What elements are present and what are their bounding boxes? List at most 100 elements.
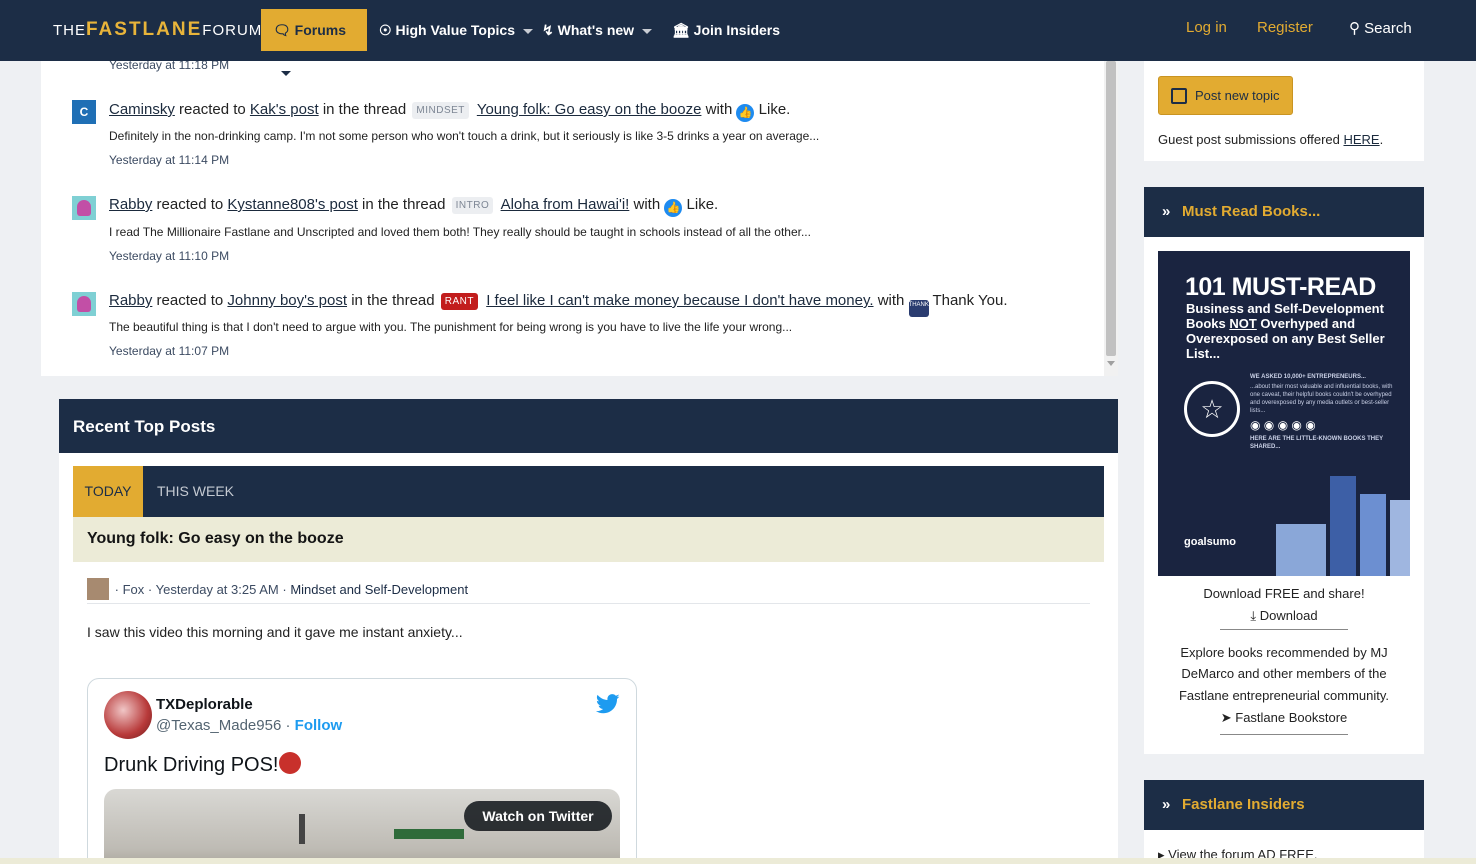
- guest-post-text: Guest post submissions offered HERE.: [1158, 132, 1384, 147]
- user-link[interactable]: Rabby: [109, 196, 152, 213]
- thread-link[interactable]: Aloha from Hawai'i!: [501, 196, 630, 213]
- goalsumo-logo: goalsumo: [1184, 536, 1236, 548]
- double-chevron-icon: »: [1162, 796, 1171, 813]
- avatar[interactable]: [72, 196, 96, 220]
- guest-post-link[interactable]: HERE: [1343, 132, 1379, 147]
- scrollbar[interactable]: [1104, 61, 1118, 376]
- book-cover-image[interactable]: 101 MUST-READ Business and Self-Developm…: [1158, 251, 1410, 576]
- tweet-author-name[interactable]: TXDeplorable: [156, 696, 253, 713]
- register-link[interactable]: Register: [1257, 19, 1313, 36]
- chevron-down-icon[interactable]: [281, 70, 291, 76]
- user-link[interactable]: Rabby: [109, 292, 152, 309]
- award-badge-icon: ☆: [1184, 381, 1240, 437]
- download-icon: ⤓: [1250, 608, 1257, 623]
- explore-text-2: DeMarco and other members of the: [1181, 666, 1387, 681]
- fastlane-insiders-widget: » Fastlane Insiders ▸ View the forum AD …: [1144, 780, 1424, 864]
- tweet-video[interactable]: Watch on Twitter: [104, 789, 620, 864]
- tab-this-week[interactable]: THIS WEEK: [157, 466, 234, 517]
- activity-time[interactable]: Yesterday at 11:10 PM: [109, 249, 229, 263]
- login-link[interactable]: Log in: [1186, 19, 1227, 36]
- forum-link[interactable]: Mindset and Self-Development: [290, 582, 468, 597]
- user-link[interactable]: Caminsky: [109, 101, 175, 118]
- thank-you-icon: THANK YOU: [908, 300, 943, 317]
- ribbon-icon: ☉: [379, 22, 392, 38]
- widget-header: » Must Read Books...: [1144, 187, 1424, 237]
- post-body: I saw this video this morning and it gav…: [87, 624, 463, 640]
- social-icons: ◉ ◉ ◉ ◉ ◉: [1250, 418, 1316, 432]
- activity-time[interactable]: Yesterday at 11:07 PM: [109, 344, 229, 358]
- search-icon: ⚲: [1349, 20, 1360, 37]
- avatar[interactable]: [87, 578, 109, 600]
- nav-join-insiders[interactable]: 🏛 Join Insiders: [660, 9, 792, 51]
- post-time[interactable]: Yesterday at 3:25 AM: [156, 582, 279, 597]
- activity-line: Rabby reacted to Kystanne808's post in t…: [109, 196, 718, 217]
- nav-forums[interactable]: 🗨 Forums: [261, 9, 367, 76]
- sidebar-actions: Post new topic Guest post submissions of…: [1144, 61, 1424, 161]
- tweet-handle: @Texas_Made956 · Follow: [156, 717, 343, 734]
- explore-text-3: Fastlane entrepreneurial community.: [1178, 688, 1390, 703]
- thread-prefix[interactable]: MINDSET: [412, 102, 469, 119]
- bank-icon: 🏛: [672, 22, 690, 38]
- avatar[interactable]: [72, 292, 96, 316]
- follow-button[interactable]: Follow: [295, 717, 343, 734]
- activity-line: Rabby reacted to Johnny boy's post in th…: [109, 292, 1008, 317]
- scrollbar-thumb[interactable]: [1106, 61, 1116, 356]
- like-icon: 👍: [736, 104, 755, 122]
- traffic-light: [299, 814, 305, 844]
- like-icon: 👍: [664, 199, 683, 217]
- divider: [1220, 734, 1348, 735]
- author-link[interactable]: Fox: [123, 582, 145, 597]
- download-link[interactable]: ⤓ Download: [1144, 608, 1424, 624]
- post-meta: · Fox · Yesterday at 3:25 AM · Mindset a…: [87, 578, 468, 600]
- thread-prefix[interactable]: RANT: [440, 293, 479, 310]
- tab-bar: TODAY THIS WEEK: [73, 466, 1104, 517]
- nav-high-value-topics[interactable]: ☉ High Value Topics: [367, 9, 545, 51]
- search-button[interactable]: ⚲ Search: [1349, 19, 1412, 37]
- divider: [1220, 629, 1348, 630]
- double-chevron-icon: »: [1162, 203, 1171, 220]
- bolt-icon: ↯: [542, 22, 554, 38]
- activity-time[interactable]: Yesterday at 11:14 PM: [109, 153, 229, 167]
- bottom-strip: [0, 858, 1476, 864]
- section-title: Recent Top Posts: [73, 417, 216, 436]
- top-nav: THEFASTLANEFORUM 🗨 Forums ☉ High Value T…: [0, 0, 1476, 76]
- post-link[interactable]: Johnny boy's post: [227, 292, 347, 309]
- embedded-tweet[interactable]: TXDeplorable @Texas_Made956 · Follow Dru…: [87, 678, 637, 864]
- download-text: Download FREE and share!: [1203, 586, 1365, 601]
- widget-header: » Fastlane Insiders: [1144, 780, 1424, 830]
- chat-icon: 🗨: [273, 22, 291, 38]
- book-bars-graphic: [1266, 466, 1410, 576]
- thread-link[interactable]: I feel like I can't make money because I…: [486, 292, 873, 309]
- post-link[interactable]: Kak's post: [250, 101, 319, 118]
- chevron-down-icon[interactable]: [642, 28, 653, 34]
- bookstore-link[interactable]: ➤ Fastlane Bookstore: [1144, 710, 1424, 726]
- post-title[interactable]: Young folk: Go easy on the booze: [87, 530, 344, 548]
- twitter-bird-icon[interactable]: [596, 694, 620, 714]
- pencil-icon: [1171, 88, 1187, 104]
- post-new-topic-button[interactable]: Post new topic: [1158, 76, 1293, 115]
- street-sign: [394, 829, 464, 839]
- thread-link[interactable]: Young folk: Go easy on the booze: [477, 101, 702, 118]
- post-link[interactable]: Kystanne808's post: [227, 196, 357, 213]
- activity-line: Caminsky reacted to Kak's post in the th…: [109, 101, 790, 122]
- site-logo[interactable]: THEFASTLANEFORUM: [53, 19, 262, 41]
- arrow-circle-right-icon: ➤: [1220, 710, 1232, 725]
- must-read-books-widget: » Must Read Books... 101 MUST-READ Busin…: [1144, 187, 1424, 754]
- tweet-text: Drunk Driving POS!: [104, 752, 301, 777]
- scroll-down-arrow-icon[interactable]: [1107, 361, 1115, 366]
- tab-today[interactable]: TODAY: [73, 466, 143, 517]
- watch-on-twitter-button[interactable]: Watch on Twitter: [464, 801, 612, 831]
- post-title-bar[interactable]: Young folk: Go easy on the booze: [73, 517, 1104, 562]
- thread-prefix[interactable]: INTRO: [451, 197, 494, 214]
- section-header: Recent Top Posts: [59, 399, 1118, 453]
- activity-snippet: The beautiful thing is that I don't need…: [109, 320, 793, 334]
- nav-whats-new[interactable]: ↯ What's new: [530, 9, 664, 51]
- activity-snippet: I read The Millionaire Fastlane and Unsc…: [109, 225, 811, 239]
- angry-face-icon: [278, 752, 301, 774]
- explore-text-1: Explore books recommended by MJ: [1180, 645, 1388, 660]
- recent-top-posts: Recent Top Posts TODAY THIS WEEK Young f…: [59, 399, 1118, 864]
- avatar[interactable]: C: [72, 100, 96, 124]
- divider: [87, 603, 1090, 604]
- activity-snippet: Definitely in the non-drinking camp. I'm…: [109, 129, 820, 143]
- tweet-avatar[interactable]: [104, 691, 152, 739]
